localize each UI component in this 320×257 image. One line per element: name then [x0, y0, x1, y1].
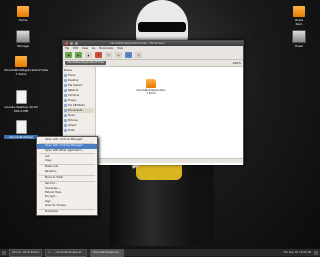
home-button[interactable]: ⌂	[115, 52, 122, 58]
folder-icon	[64, 124, 67, 127]
menu-item-rename[interactable]: Rename...	[37, 170, 97, 174]
minimize-icon[interactable]	[70, 42, 73, 45]
stop-button[interactable]: ✕	[95, 52, 102, 58]
forward-button[interactable]: ▶	[75, 52, 82, 58]
drive-icon	[64, 104, 67, 107]
menu-item-copy[interactable]: Copy	[37, 159, 97, 163]
folder-icon	[64, 119, 67, 122]
desktop-icon-iso[interactable]: ubuntu-desktop-10.04 695.0 MB	[4, 90, 38, 113]
trash-icon	[292, 30, 306, 43]
desktop-icon-label: Trash	[295, 44, 303, 48]
menu-view[interactable]: View	[82, 47, 88, 50]
up-arrow-icon: ▲	[87, 53, 90, 57]
folder-icon	[293, 6, 305, 17]
zoom-level[interactable]: 100%	[232, 61, 241, 65]
figure-mask	[138, 22, 186, 32]
desktop-icon-storage[interactable]: Storage	[6, 30, 40, 48]
taskbar-item[interactable]: [Pros 8 - Photo Editor]	[9, 248, 43, 257]
desktop-icon	[64, 79, 67, 82]
close-icon[interactable]	[65, 42, 68, 45]
folder-icon	[64, 114, 67, 117]
drive-icon	[64, 84, 67, 87]
back-arrow-icon: ◀	[67, 53, 70, 57]
menu-item-move-to-trash[interactable]: Move to Trash	[37, 176, 97, 180]
network-icon	[64, 89, 67, 92]
search-icon: ⚲	[137, 53, 140, 57]
menu-help[interactable]: Help	[117, 47, 123, 50]
desktop-icon-app-folder[interactable]: UbuntuBuildApplicationFolder 7 items	[4, 56, 49, 76]
sidebar-item-label: Trash	[68, 129, 75, 132]
desktop-icon-sublabel: 695.0 MB	[13, 109, 29, 113]
archive-icon	[15, 120, 27, 134]
menu-bookmarks[interactable]: Bookmarks	[99, 47, 113, 50]
sidebar-item-label: Pictures	[68, 119, 78, 122]
folder-icon	[15, 56, 27, 67]
file-item[interactable]: UbuntuBuildApplication 3 items	[136, 79, 166, 95]
desktop-icon-sublabel: item	[295, 22, 303, 26]
show-desktop-icon[interactable]	[2, 250, 6, 255]
floppy-icon	[64, 99, 67, 102]
reload-button[interactable]: ↻	[105, 52, 112, 58]
search-button[interactable]: ⚲	[135, 52, 142, 58]
reload-icon: ↻	[107, 53, 110, 57]
file-view[interactable]: UbuntuBuildApplication 3 items	[96, 67, 243, 165]
desktop-icon-sublabel: 7 items	[15, 72, 27, 76]
sidebar-item-label: Videos	[68, 124, 77, 127]
drive-icon	[16, 30, 30, 43]
clock[interactable]: Thu Sep 16, 10:00 AM	[283, 251, 311, 254]
trash-icon	[64, 129, 67, 132]
computer-icon: ▭	[127, 53, 130, 57]
desktop-icon-home[interactable]: Home	[6, 6, 40, 22]
toolbar: ◀ ▶ ▲ ✕ ↻ ⌂ ▭ ⚲	[63, 51, 243, 60]
file-item-info: 3 items	[146, 92, 156, 95]
desktop-icon-share[interactable]: share item	[282, 6, 316, 26]
sidebar-item-trash[interactable]: Trash	[64, 128, 94, 133]
desktop-icon-label: Storage	[17, 44, 29, 48]
sidebar-item-label: Network	[68, 89, 79, 92]
up-button[interactable]: ▲	[85, 52, 92, 58]
menu-file[interactable]: File	[65, 47, 69, 50]
disc-icon	[64, 94, 67, 97]
stop-icon: ✕	[97, 53, 100, 57]
menu-item-open-other[interactable]: Open with Other application...	[37, 149, 97, 153]
breadcrumb[interactable]: UbuntuBuildApplicationFolder	[65, 61, 107, 65]
home-icon: ⌂	[117, 53, 120, 57]
disc-image-icon	[15, 90, 27, 104]
sidebar-item-label: 8.0 GB Media	[68, 104, 85, 107]
workspace-switcher-icon[interactable]	[314, 250, 318, 255]
maximize-icon[interactable]	[75, 42, 78, 45]
desktop-icon-label: UbuntuBuildApp	[4, 135, 38, 139]
back-button[interactable]: ◀	[65, 52, 72, 58]
taskbar-item-active[interactable]: UbuntuBuildApplicat...	[89, 248, 124, 257]
sidebar-item-label: Places	[64, 69, 72, 72]
bottom-panel: [Pros 8 - Photo Editor] 2 - ... UbuntuBu…	[0, 248, 320, 257]
sidebar-item-label: Documents	[68, 109, 83, 112]
menu-item-scan-viruses[interactable]: Scan for Viruses	[37, 204, 97, 208]
sidebar-item-label: File System	[68, 84, 83, 87]
menu-item-open-archive[interactable]: Open with "Archive Manager"	[37, 138, 97, 142]
computer-button[interactable]: ▭	[125, 52, 132, 58]
sidebar-item-label: Music	[68, 114, 76, 117]
desktop-icon-label: Home	[18, 18, 28, 22]
folder-icon	[64, 109, 67, 112]
desktop-icon-selected[interactable]: UbuntuBuildApp	[4, 120, 38, 139]
menu-go[interactable]: Go	[92, 47, 95, 50]
sidebar-item-label: Floppy	[68, 99, 77, 102]
menu-edit[interactable]: Edit	[73, 47, 78, 50]
sidebar-item-label: Desktop	[68, 79, 79, 82]
folder-icon	[146, 79, 156, 88]
sidebar-item-label: Home	[68, 74, 76, 77]
desktop-icon-trash[interactable]: Trash	[282, 30, 316, 48]
context-menu: Open with "Archive Manager" Open with "A…	[36, 136, 98, 217]
location-bar: UbuntuBuildApplicationFolder 100%	[63, 60, 243, 67]
forward-arrow-icon: ▶	[77, 53, 80, 57]
home-folder-icon	[17, 6, 29, 17]
taskbar-item[interactable]: 2 - ... UbuntuBuildApplicat...	[45, 248, 87, 257]
menu-item-properties[interactable]: Properties	[37, 210, 97, 214]
window-title: UbuntuBuildApplicationFolder - File Brow…	[110, 42, 165, 45]
home-icon	[64, 74, 67, 77]
sidebar-item-label: CD Drive	[68, 94, 80, 97]
